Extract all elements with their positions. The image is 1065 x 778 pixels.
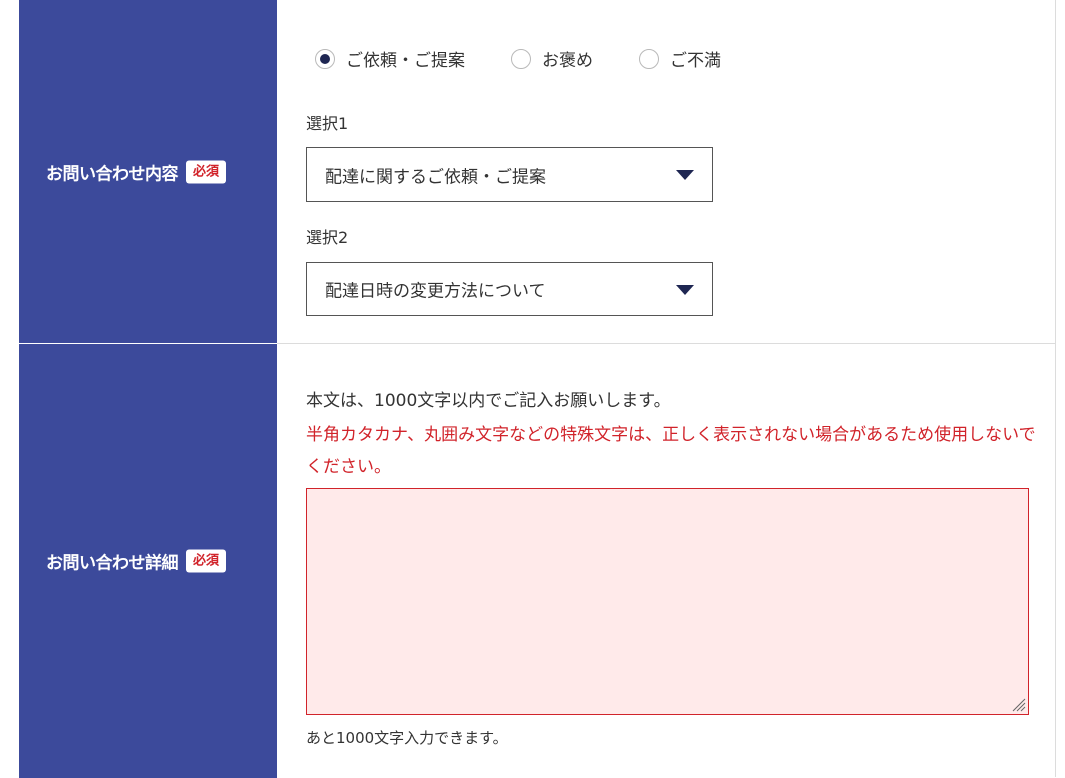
radio-unchecked-icon[interactable]: [511, 48, 531, 69]
radio-unchecked-icon[interactable]: [639, 48, 659, 69]
select2-label: 選択2: [306, 228, 349, 247]
special-char-warning: 半角カタカナ、丸囲み文字などの特殊文字は、正しく表示されない場合があるため使用し…: [306, 425, 1036, 477]
chevron-down-icon: [676, 170, 694, 180]
inquiry-type-row: お問い合わせ内容 必須 ご依頼・ご提案 お褒め ご不満 選択1 配達に関するご依…: [19, 0, 1056, 343]
resize-grip-icon[interactable]: [1010, 696, 1026, 712]
required-badge: 必須: [186, 160, 227, 183]
radio-praise[interactable]: お褒め: [511, 46, 593, 71]
inquiry-type-label: お問い合わせ内容: [46, 164, 179, 184]
detail-textarea[interactable]: [306, 488, 1029, 715]
chevron-down-icon: [676, 285, 694, 295]
select2-dropdown[interactable]: 配達日時の変更方法について: [306, 262, 713, 316]
inquiry-detail-header: お問い合わせ詳細 必須: [19, 343, 277, 778]
inquiry-detail-cell: 本文は、1000文字以内でご記入お願いします。 半角カタカナ、丸囲み文字などの特…: [277, 344, 1056, 777]
inquiry-form: お問い合わせ内容 必須 ご依頼・ご提案 お褒め ご不満 選択1 配達に関するご依…: [19, 0, 1056, 778]
inquiry-type-cell: ご依頼・ご提案 お褒め ご不満 選択1 配達に関するご依頼・ご提案 選択2 配達…: [277, 0, 1056, 343]
select1-value: 配達に関するご依頼・ご提案: [325, 167, 546, 187]
radio-complaint[interactable]: ご不満: [639, 46, 721, 71]
inquiry-detail-label: お問い合わせ詳細: [46, 553, 179, 574]
radio-label-complaint: ご不満: [670, 51, 721, 71]
radio-label-praise: お褒め: [542, 51, 593, 71]
length-note: 本文は、1000文字以内でご記入お願いします。: [306, 391, 671, 411]
required-badge: 必須: [186, 549, 227, 573]
select1-label: 選択1: [306, 114, 349, 133]
select1-dropdown[interactable]: 配達に関するご依頼・ご提案: [306, 147, 713, 202]
radio-label-request-proposal: ご依頼・ご提案: [346, 51, 465, 71]
inquiry-type-header: お問い合わせ内容 必須: [19, 0, 277, 343]
radio-request-proposal[interactable]: ご依頼・ご提案: [315, 46, 465, 71]
char-counter: あと1000文字入力できます。: [306, 729, 508, 747]
inquiry-detail-row: お問い合わせ詳細 必須 本文は、1000文字以内でご記入お願いします。 半角カタ…: [19, 343, 1056, 778]
inquiry-category-radio-group: ご依頼・ご提案 お褒め ご不満: [315, 46, 721, 71]
radio-checked-icon[interactable]: [315, 48, 335, 69]
select2-value: 配達日時の変更方法について: [325, 281, 546, 302]
